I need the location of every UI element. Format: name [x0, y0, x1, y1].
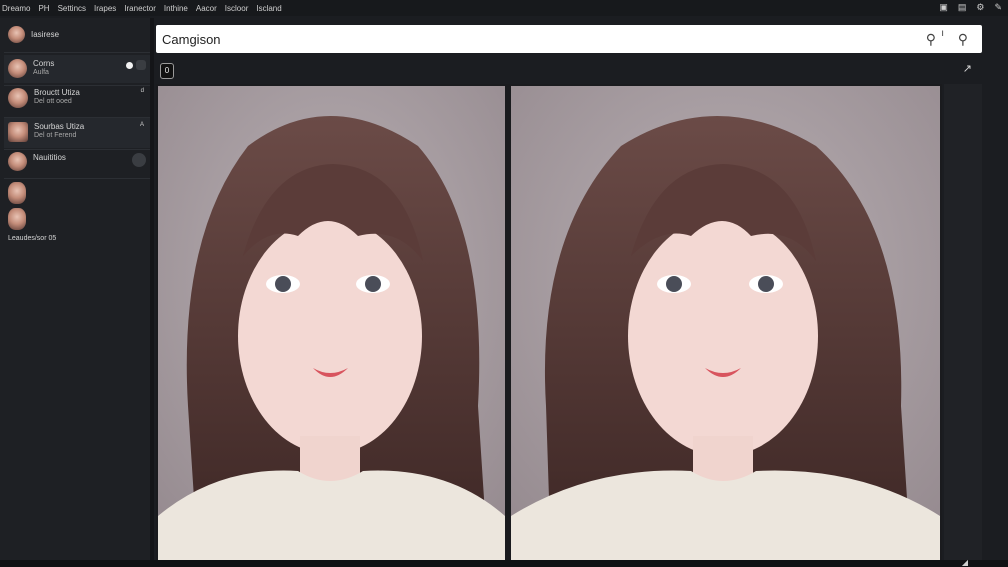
- pen-icon[interactable]: ✎: [994, 2, 1002, 13]
- divider: [4, 178, 150, 179]
- image-panel-right[interactable]: [511, 86, 940, 560]
- avatar: [8, 26, 25, 43]
- sidebar-item[interactable]: Sourbas Utiza Del ot Ferend A: [4, 118, 150, 148]
- avatar: [8, 59, 27, 78]
- sidebar-item-title: Iasirese: [31, 30, 60, 39]
- menu-item[interactable]: Iranector: [124, 4, 156, 13]
- window-controls: ▣ ▤ ⚙ ✎: [939, 2, 1002, 13]
- toolbar: 0 ↗: [156, 58, 982, 82]
- avatar: [8, 152, 27, 171]
- menu-item[interactable]: Inthine: [164, 4, 188, 13]
- menu-item[interactable]: Settincs: [58, 4, 86, 13]
- sidebar: Iasirese Corns Aulfa Brouctt Utiza Del o…: [0, 18, 150, 567]
- sidebar-item-subtitle: Del ot Ferend: [34, 132, 77, 139]
- menu-list: Dreamo PH Settincs Irapes Iranector Inth…: [0, 4, 282, 13]
- avatar: [8, 122, 28, 142]
- menu-item[interactable]: Iscloor: [225, 4, 249, 13]
- portrait-image: [158, 86, 505, 560]
- sidebar-item[interactable]: Brouctt Utiza Del ott ooed d: [4, 86, 150, 116]
- menubar: Dreamo PH Settincs Irapes Iranector Inth…: [0, 0, 1008, 16]
- search-icon[interactable]: ⚲: [958, 31, 968, 48]
- sidebar-item-title: Corns: [33, 59, 55, 68]
- cursor-icon: ı: [941, 28, 944, 39]
- menu-item[interactable]: Irapes: [94, 4, 116, 13]
- restore-icon[interactable]: ▤: [958, 2, 967, 13]
- image-panel-left[interactable]: [158, 86, 505, 560]
- sidebar-item-subtitle: Del ott ooed: [34, 98, 72, 105]
- search-icon[interactable]: ⚲: [926, 31, 936, 48]
- avatar: [8, 208, 26, 230]
- divider: [4, 52, 150, 53]
- sidebar-item[interactable]: Iasirese: [4, 24, 150, 46]
- menu-item[interactable]: PH: [38, 4, 49, 13]
- sidebar-item[interactable]: Corns Aulfa: [4, 55, 150, 83]
- sidebar-footer-row: Leaudes/sor 05: [4, 234, 150, 246]
- sidebar-item-title: Sourbas Utiza: [34, 122, 85, 131]
- search-input[interactable]: [162, 30, 882, 48]
- settings-icon[interactable]: ⚙: [976, 2, 984, 13]
- item-badge: A: [139, 122, 144, 128]
- sidebar-item-title: Brouctt Utiza: [34, 88, 80, 97]
- sidebar-item[interactable]: [4, 180, 150, 204]
- item-badge: d: [140, 88, 144, 94]
- search-bar: ⚲ ı ⚲: [156, 25, 982, 53]
- portrait-image: [511, 86, 940, 560]
- status-dot: [126, 62, 133, 69]
- menu-item[interactable]: Iscland: [256, 4, 281, 13]
- status-indicator: [132, 153, 146, 167]
- resize-handle-icon[interactable]: ◢: [962, 558, 968, 567]
- avatar: [8, 88, 28, 108]
- status-indicator: [136, 60, 146, 70]
- expand-icon[interactable]: ↗: [963, 62, 972, 75]
- sidebar-item-title: Nauititios: [33, 153, 66, 162]
- toolbar-button[interactable]: 0: [160, 63, 174, 79]
- sidebar-footer-label: Leaudes/sor 05: [8, 235, 57, 242]
- sidebar-item[interactable]: Nauititios: [4, 150, 150, 176]
- menu-item[interactable]: Aacor: [196, 4, 217, 13]
- sidebar-item-subtitle: Aulfa: [33, 69, 49, 76]
- minimize-icon[interactable]: ▣: [939, 2, 948, 13]
- right-sidebar: [944, 84, 982, 560]
- sidebar-divider: [150, 18, 154, 567]
- menu-item[interactable]: Dreamo: [2, 4, 30, 13]
- avatar: [8, 182, 26, 204]
- status-bar: [0, 560, 1008, 567]
- sidebar-item[interactable]: [4, 206, 150, 230]
- comparison-view: [156, 84, 942, 560]
